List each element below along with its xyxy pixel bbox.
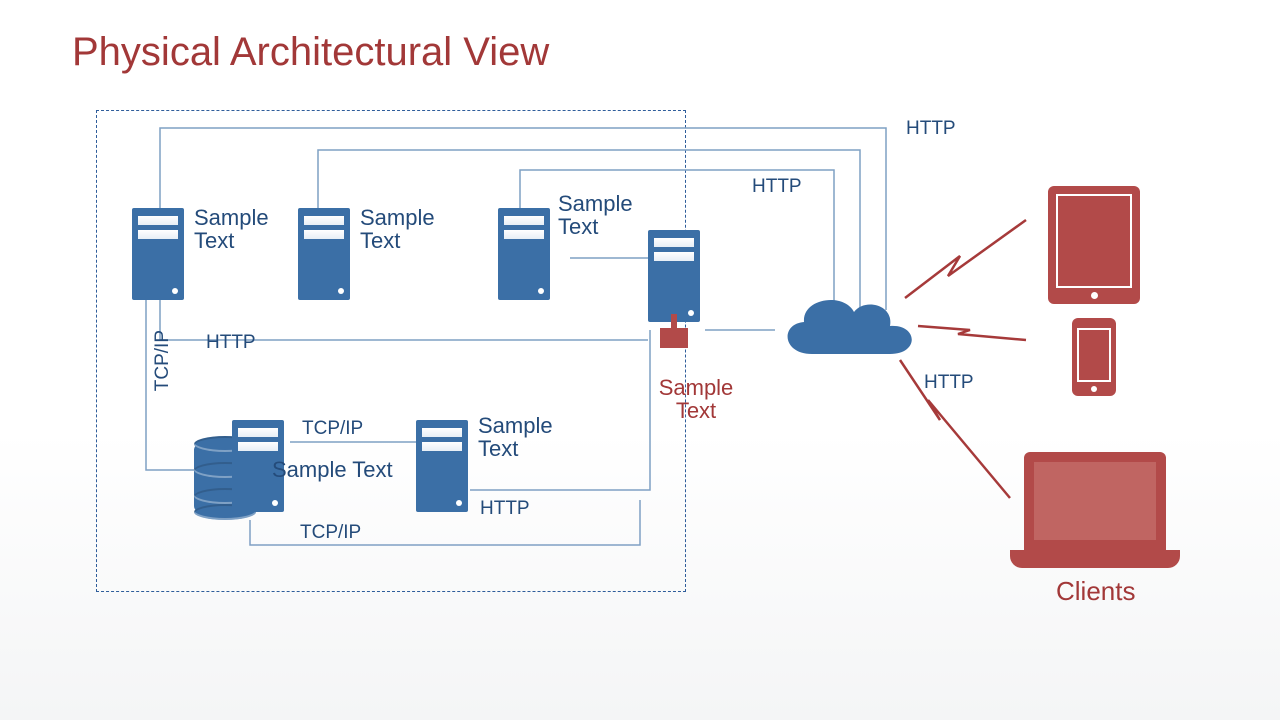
server-label: Sample Text <box>272 458 432 481</box>
server-icon <box>132 208 184 300</box>
server-icon <box>298 208 350 300</box>
cloud-icon <box>772 284 922 374</box>
tablet-icon <box>1048 186 1140 304</box>
edge-label: HTTP <box>752 176 802 198</box>
gateway-server-icon <box>648 230 700 322</box>
edge-label: TCP/IP <box>152 330 174 391</box>
server-icon <box>498 208 550 300</box>
edge-label: TCP/IP <box>302 418 363 440</box>
server-label: Sample Text <box>360 206 470 252</box>
edge-label: HTTP <box>206 332 256 354</box>
server-icon <box>416 420 468 512</box>
gateway-label: Sample Text <box>636 376 756 422</box>
edge-label: HTTP <box>924 372 974 394</box>
connector-icon <box>660 328 688 348</box>
diagram-stage: Physical Architectural View Sample Text … <box>0 0 1280 720</box>
phone-icon <box>1072 318 1116 396</box>
server-label: Sample Text <box>478 414 588 460</box>
edge-label: HTTP <box>906 118 956 140</box>
server-label: Sample Text <box>194 206 304 252</box>
edge-label: TCP/IP <box>300 522 361 544</box>
clients-label: Clients <box>1056 576 1135 607</box>
laptop-icon <box>1010 452 1180 568</box>
edge-label: HTTP <box>480 498 530 520</box>
